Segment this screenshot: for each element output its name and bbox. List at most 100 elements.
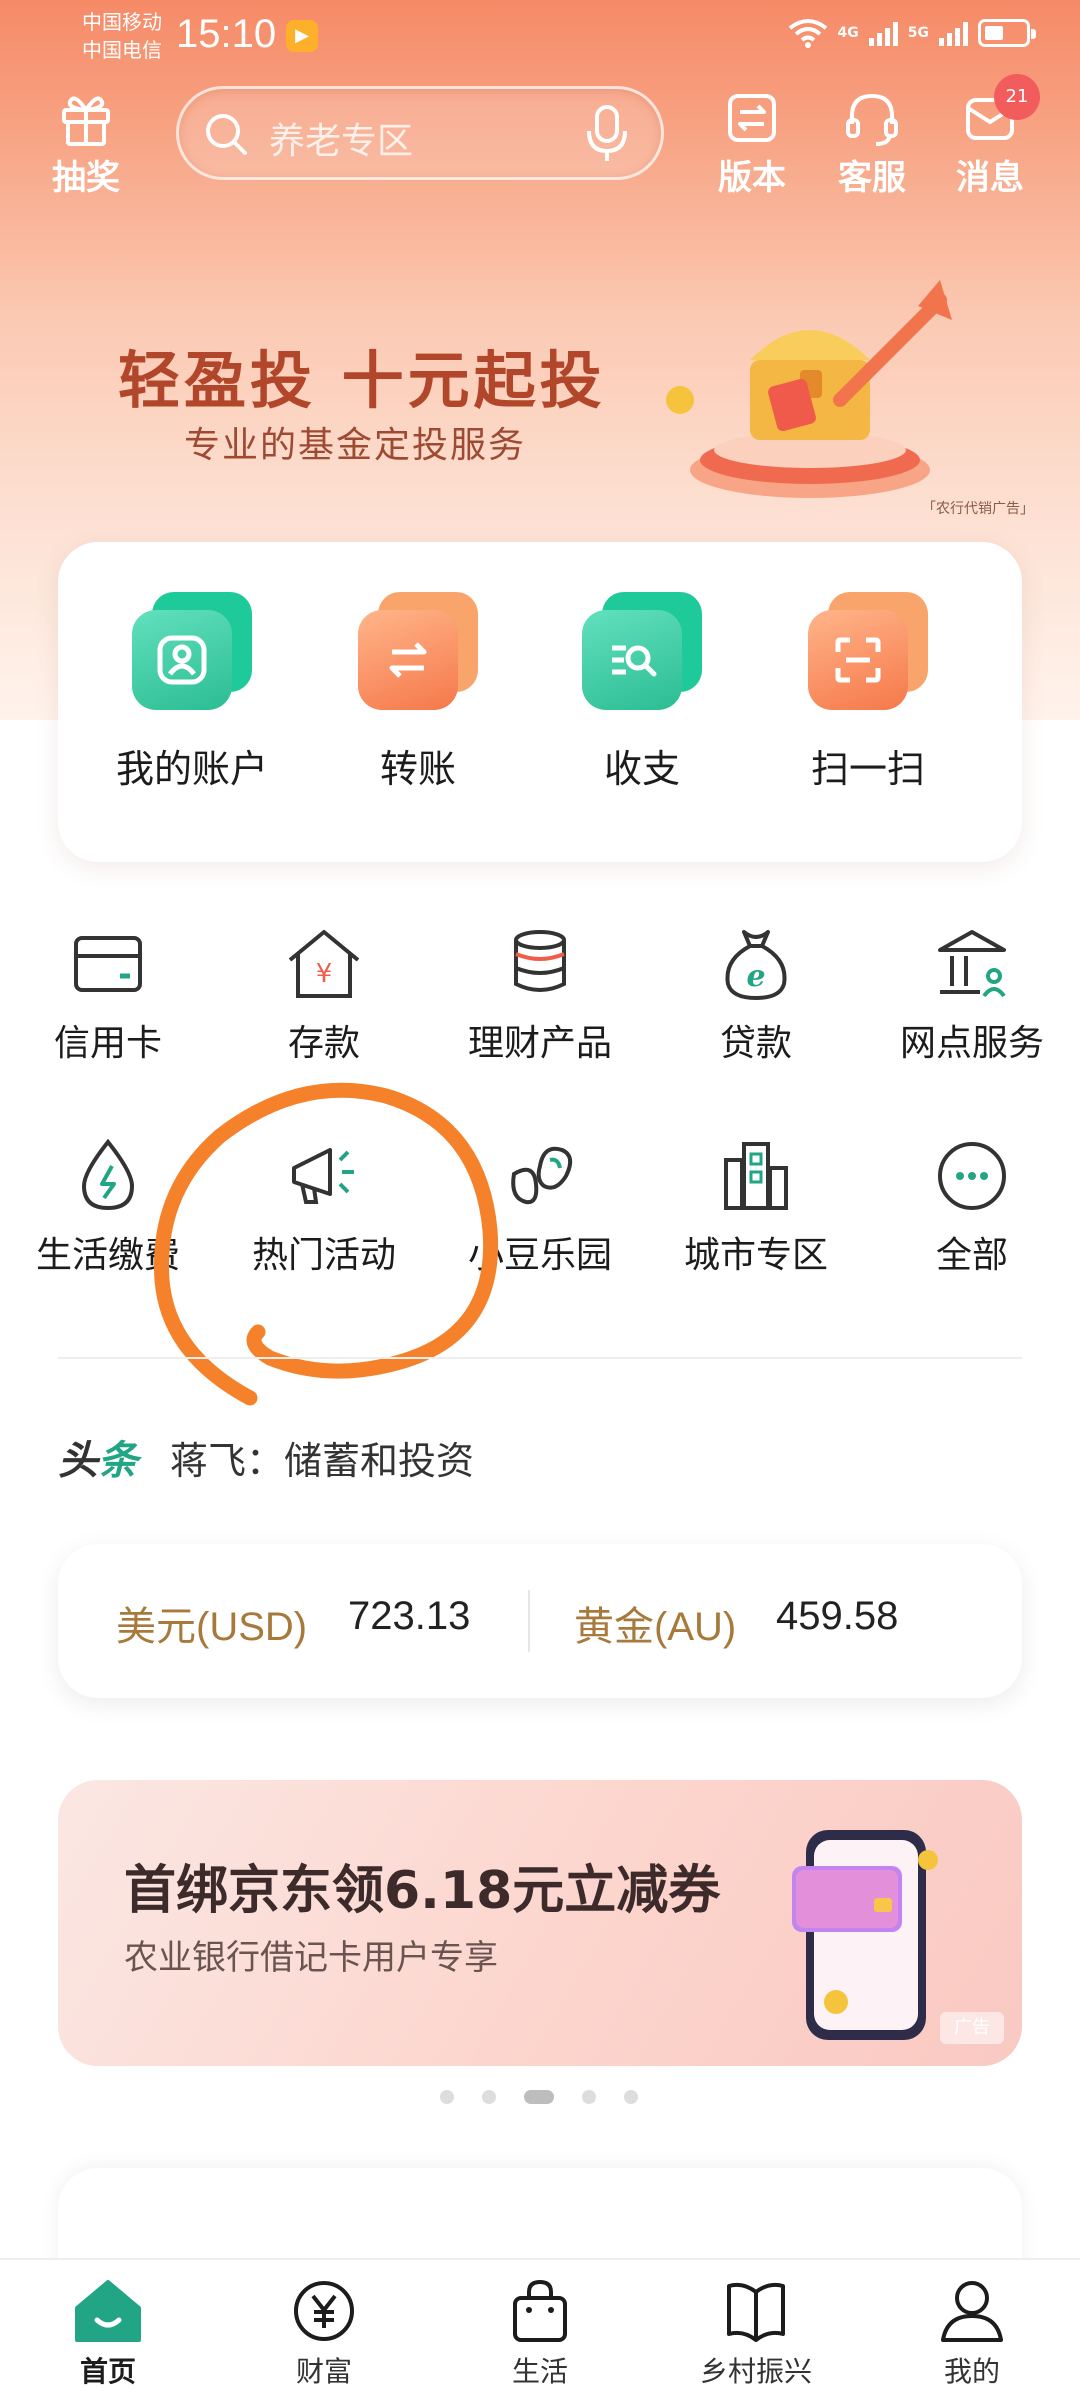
nav-rural[interactable]: 乡村振兴 bbox=[676, 2278, 836, 2390]
headset-icon bbox=[846, 93, 898, 146]
statement-icon bbox=[612, 645, 657, 677]
scan-button[interactable]: 扫一扫 bbox=[768, 592, 968, 793]
lottery-button[interactable]: 抽奖 bbox=[36, 88, 136, 199]
carousel-dot bbox=[482, 2090, 496, 2104]
nav-wealth[interactable]: 财富 bbox=[244, 2278, 404, 2390]
version-button[interactable]: 版本 bbox=[702, 88, 802, 199]
credit-card-icon bbox=[74, 936, 142, 992]
treasure-chest-illustration[interactable] bbox=[660, 250, 960, 510]
scan-label: 扫一扫 bbox=[810, 747, 925, 791]
service-wealth[interactable]: 理财产品 bbox=[440, 924, 640, 1066]
service-all[interactable]: 全部 bbox=[872, 1136, 1072, 1278]
banner-ad-note: 「农行代销广告」 bbox=[922, 501, 1034, 517]
signal-icon-1 bbox=[868, 20, 898, 46]
banner-title[interactable]: 轻盈投 十元起投 bbox=[118, 330, 606, 420]
headline-text[interactable]: 蒋飞：储蓄和投资 bbox=[170, 1430, 474, 1485]
status-bar: 中国移动 中国电信 15:10 ▶ 4G 5G bbox=[0, 0, 1080, 76]
book-icon bbox=[727, 2282, 785, 2342]
service-label: 小豆乐园 bbox=[467, 1235, 612, 1276]
profile-icon bbox=[941, 2281, 1003, 2342]
service-city-zone[interactable]: 城市专区 bbox=[656, 1136, 856, 1278]
nav-life[interactable]: 生活 bbox=[460, 2278, 620, 2390]
service-bean-park[interactable]: 小豆乐园 bbox=[440, 1136, 640, 1278]
promo-banner[interactable]: 首绑京东领6.18元立减券 农业银行借记卡用户专享 广告 bbox=[58, 1780, 1022, 2066]
nav-life-label: 生活 bbox=[511, 2355, 568, 2388]
service-credit-card[interactable]: 信用卡 bbox=[8, 924, 208, 1066]
yuan-icon bbox=[294, 2281, 354, 2341]
banner-subtitle: 专业的基金定投服务 bbox=[184, 425, 527, 466]
promo-subtitle: 农业银行借记卡用户专享 bbox=[124, 1938, 498, 1978]
clock: 15:10 bbox=[176, 12, 277, 56]
statement-label: 收支 bbox=[603, 747, 680, 791]
headline-tag: 头条 bbox=[58, 1428, 138, 1486]
transfer-label: 转账 bbox=[379, 747, 456, 791]
svg-text:e: e bbox=[746, 959, 765, 994]
lottery-label: 抽奖 bbox=[52, 158, 120, 198]
carousel-dot bbox=[624, 2090, 638, 2104]
usd-label: 美元(USD) bbox=[116, 1605, 308, 1649]
rate-divider bbox=[528, 1590, 530, 1652]
headline-tag-2: 条 bbox=[98, 1438, 138, 1484]
statement-button[interactable]: 收支 bbox=[542, 592, 742, 793]
deposit-icon: ¥ bbox=[288, 930, 360, 998]
transfer-icon bbox=[389, 642, 427, 678]
wifi-icon bbox=[788, 19, 827, 48]
utility-icon bbox=[81, 1138, 135, 1211]
transfer-button[interactable]: 转账 bbox=[318, 592, 518, 793]
nav-mine[interactable]: 我的 bbox=[892, 2278, 1052, 2390]
bottom-navigation: 首页 财富 生活 乡村振兴 我的 bbox=[0, 2258, 1080, 2400]
loan-icon: e bbox=[725, 930, 787, 1001]
city-icon bbox=[724, 1142, 788, 1210]
message-count-badge: 21 bbox=[994, 74, 1040, 120]
service-label: 客服 bbox=[838, 158, 906, 198]
my-account-button[interactable]: 我的账户 bbox=[92, 592, 292, 793]
promo-title: 首绑京东领6.18元立减券 bbox=[124, 1861, 721, 1921]
carrier-2: 中国电信 bbox=[82, 38, 162, 62]
service-label: 热门活动 bbox=[251, 1235, 396, 1276]
usd-value: 723.13 bbox=[348, 1594, 471, 1638]
more-icon bbox=[938, 1142, 1006, 1210]
gift-icon bbox=[62, 96, 110, 146]
my-account-label: 我的账户 bbox=[115, 747, 268, 791]
megaphone-icon bbox=[292, 1148, 354, 1204]
search-icon bbox=[206, 114, 247, 155]
carrier-names: 中国移动 中国电信 bbox=[82, 8, 162, 64]
carousel-dot-active bbox=[524, 2090, 554, 2104]
exchange-rate-card[interactable]: 美元(USD) 723.13 黄金(AU) 459.58 bbox=[58, 1544, 1022, 1698]
service-loan[interactable]: e 贷款 bbox=[656, 924, 856, 1066]
search-bar[interactable]: 养老专区 bbox=[176, 86, 664, 180]
service-label: 理财产品 bbox=[467, 1023, 612, 1064]
promo-ad-label: 广告 bbox=[940, 2012, 1004, 2044]
network-type-2: 5G bbox=[907, 25, 929, 41]
service-branch[interactable]: 网点服务 bbox=[872, 924, 1072, 1066]
nav-home[interactable]: 首页 bbox=[28, 2278, 188, 2390]
headline-tag-1: 头 bbox=[58, 1438, 98, 1484]
service-label: 网点服务 bbox=[899, 1023, 1044, 1064]
system-icons: 4G 5G bbox=[788, 18, 1036, 48]
wealth-icon bbox=[514, 930, 566, 992]
service-label: 存款 bbox=[287, 1023, 360, 1064]
beans-icon bbox=[511, 1146, 573, 1205]
carousel-dot bbox=[440, 2090, 454, 2104]
service-deposit[interactable]: ¥ 存款 bbox=[224, 924, 424, 1066]
switch-version-icon bbox=[728, 94, 776, 142]
service-hot-events[interactable]: 热门活动 bbox=[224, 1136, 424, 1278]
carrier-1: 中国移动 bbox=[82, 10, 162, 34]
carousel-indicator bbox=[440, 2090, 638, 2104]
network-type-1: 4G bbox=[837, 25, 859, 41]
gold-label: 黄金(AU) bbox=[574, 1605, 737, 1649]
nav-wealth-label: 财富 bbox=[295, 2355, 352, 2388]
gold-value: 459.58 bbox=[776, 1594, 899, 1638]
message-label: 消息 bbox=[956, 158, 1024, 198]
customer-service-button[interactable]: 客服 bbox=[822, 88, 922, 199]
microphone-icon[interactable] bbox=[581, 103, 633, 165]
shopping-bag-icon bbox=[513, 2279, 567, 2342]
quick-actions-card: 我的账户 转账 收支 扫一扫 bbox=[58, 542, 1022, 862]
account-icon bbox=[157, 635, 207, 685]
service-label: 全部 bbox=[935, 1235, 1008, 1276]
service-utility[interactable]: 生活缴费 bbox=[8, 1136, 208, 1278]
nav-rural-label: 乡村振兴 bbox=[699, 2355, 812, 2388]
search-placeholder: 养老专区 bbox=[269, 121, 414, 162]
carousel-dot bbox=[582, 2090, 596, 2104]
service-label: 信用卡 bbox=[53, 1023, 162, 1064]
